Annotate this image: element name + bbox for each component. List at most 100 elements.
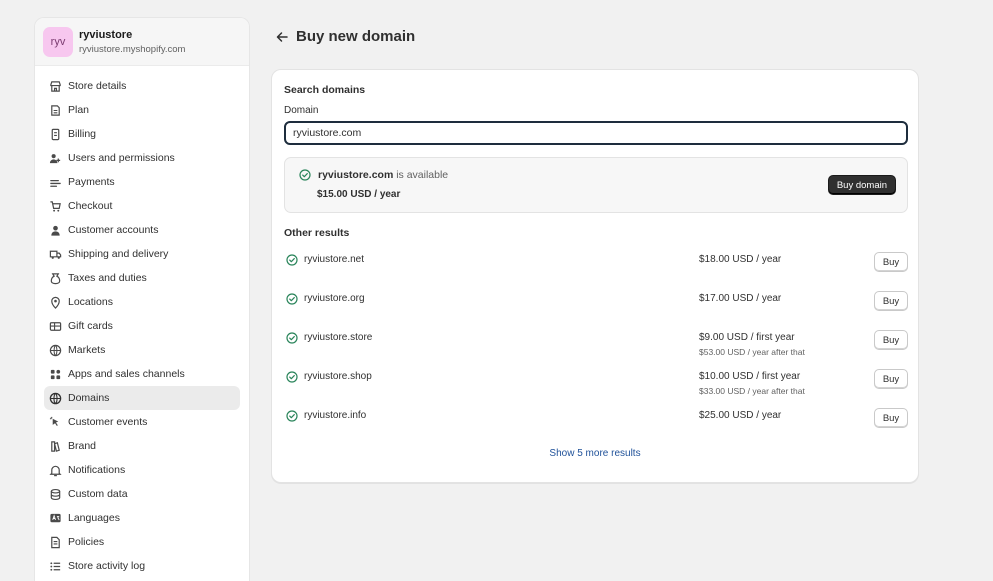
sidebar-item-plan[interactable]: Plan xyxy=(44,98,240,122)
domain-field-label: Domain xyxy=(284,105,319,116)
result-domain-name: ryviustore.shop xyxy=(304,371,372,382)
domain-result-row: ryviustore.store $9.00 USD / first year $5… xyxy=(284,330,908,360)
show-more-results-link[interactable]: Show 5 more results xyxy=(272,448,918,459)
result-domain-name: ryviustore.store xyxy=(304,332,373,343)
buy-result-button[interactable]: Buy xyxy=(874,408,908,428)
sidebar-item-store-details[interactable]: Store details xyxy=(44,74,240,98)
page-header: Buy new domain xyxy=(275,28,415,45)
buy-result-button[interactable]: Buy xyxy=(874,291,908,311)
sidebar-item-locations[interactable]: Locations xyxy=(44,290,240,314)
bell-icon xyxy=(48,463,62,477)
sidebar-item-taxes-and-duties[interactable]: Taxes and duties xyxy=(44,266,240,290)
search-domains-title: Search domains xyxy=(284,84,366,96)
domain-result-row: ryviustore.org $17.00 USD / year Buy xyxy=(284,291,908,321)
truck-icon xyxy=(48,247,62,261)
language-icon xyxy=(48,511,62,525)
plan-icon xyxy=(48,103,62,117)
sidebar-item-store-activity-log[interactable]: Store activity log xyxy=(44,554,240,578)
back-arrow-icon[interactable] xyxy=(275,30,289,44)
domain-result-row: ryviustore.net $18.00 USD / year Buy xyxy=(284,252,908,282)
sidebar-item-brand[interactable]: Brand xyxy=(44,434,240,458)
sidebar-item-shipping-and-delivery[interactable]: Shipping and delivery xyxy=(44,242,240,266)
sidebar-item-customer-accounts[interactable]: Customer accounts xyxy=(44,218,240,242)
check-circle-icon xyxy=(286,293,298,305)
sidebar-item-apps-and-sales-channels[interactable]: Apps and sales channels xyxy=(44,362,240,386)
result-domain-price: $18.00 USD / year xyxy=(699,254,782,265)
billing-icon xyxy=(48,127,62,141)
sidebar-item-label: Plan xyxy=(68,104,90,116)
available-domain-price: $15.00 USD / year xyxy=(317,189,401,200)
sidebar-item-label: Gift cards xyxy=(68,320,113,332)
sidebar-item-users-and-permissions[interactable]: Users and permissions xyxy=(44,146,240,170)
sidebar-item-label: Checkout xyxy=(68,200,113,212)
users-icon xyxy=(48,151,62,165)
settings-sidebar: ryv ryviustore ryviustore.myshopify.com … xyxy=(34,17,250,581)
sidebar-item-label: Billing xyxy=(68,128,97,140)
check-circle-icon xyxy=(286,332,298,344)
sidebar-item-policies[interactable]: Policies xyxy=(44,530,240,554)
available-domain-banner: ryviustore.com is available $15.00 USD /… xyxy=(284,157,908,213)
gift-card-icon xyxy=(48,319,62,333)
sidebar-item-label: Store activity log xyxy=(68,560,146,572)
domain-result-row: ryviustore.shop $10.00 USD / first year $3… xyxy=(284,369,908,399)
check-circle-icon xyxy=(299,169,311,181)
availability-suffix: is available xyxy=(393,169,449,181)
sidebar-item-payments[interactable]: Payments xyxy=(44,170,240,194)
sidebar-item-label: Notifications xyxy=(68,464,126,476)
buy-result-button[interactable]: Buy xyxy=(874,252,908,272)
availability-text: ryviustore.com is available xyxy=(318,169,448,181)
result-domain-name: ryviustore.net xyxy=(304,254,365,265)
result-renewal-price: $33.00 USD / year after that xyxy=(699,386,805,396)
buy-result-button[interactable]: Buy xyxy=(874,369,908,389)
sidebar-item-gift-cards[interactable]: Gift cards xyxy=(44,314,240,338)
sidebar-item-billing[interactable]: Billing xyxy=(44,122,240,146)
show-more-label[interactable]: Show 5 more results xyxy=(549,448,640,459)
domain-result-row: ryviustore.info $25.00 USD / year Buy xyxy=(284,408,908,438)
settings-nav: Store details Plan Billing Users and permis… xyxy=(35,66,249,578)
store-url: ryviustore.myshopify.com xyxy=(79,43,186,55)
result-domain-price: $10.00 USD / first year xyxy=(699,371,801,382)
sidebar-item-label: Policies xyxy=(68,536,105,548)
result-domain-name: ryviustore.org xyxy=(304,293,365,304)
page-title: Buy new domain xyxy=(296,28,416,45)
sidebar-item-customer-events[interactable]: Customer events xyxy=(44,410,240,434)
check-circle-icon xyxy=(286,254,298,266)
brand-icon xyxy=(48,439,62,453)
domain-search-input[interactable] xyxy=(284,121,908,145)
payments-icon xyxy=(48,175,62,189)
sidebar-item-label: Customer accounts xyxy=(68,224,159,236)
result-domain-price: $17.00 USD / year xyxy=(699,293,782,304)
result-domain-price: $9.00 USD / first year xyxy=(699,332,795,343)
sidebar-item-domains[interactable]: Domains xyxy=(44,386,240,410)
sidebar-item-custom-data[interactable]: Custom data xyxy=(44,482,240,506)
other-results-title: Other results xyxy=(284,227,350,239)
sidebar-item-label: Customer events xyxy=(68,416,148,428)
sidebar-item-label: Brand xyxy=(68,440,97,452)
apps-icon xyxy=(48,367,62,381)
sidebar-item-markets[interactable]: Markets xyxy=(44,338,240,362)
sidebar-item-label: Locations xyxy=(68,296,113,308)
buy-domain-button[interactable]: Buy domain xyxy=(827,175,896,195)
store-avatar: ryv xyxy=(43,26,73,57)
sidebar-item-languages[interactable]: Languages xyxy=(44,506,240,530)
result-renewal-price: $53.00 USD / year after that xyxy=(699,347,805,357)
sidebar-item-label: Shipping and delivery xyxy=(68,248,169,260)
cart-icon xyxy=(48,199,62,213)
globe-icon xyxy=(48,343,62,357)
sidebar-item-notifications[interactable]: Notifications xyxy=(44,458,240,482)
person-icon xyxy=(48,223,62,237)
sidebar-item-label: Languages xyxy=(68,512,120,524)
check-circle-icon xyxy=(286,371,298,383)
result-domain-price: $25.00 USD / year xyxy=(699,410,782,421)
check-circle-icon xyxy=(286,410,298,422)
store-header[interactable]: ryv ryviustore ryviustore.myshopify.com xyxy=(35,18,249,66)
sidebar-item-label: Apps and sales channels xyxy=(68,368,185,380)
sidebar-item-checkout[interactable]: Checkout xyxy=(44,194,240,218)
sidebar-item-label: Domains xyxy=(68,392,110,404)
data-icon xyxy=(48,487,62,501)
result-domain-name: ryviustore.info xyxy=(304,410,367,421)
policy-icon xyxy=(48,535,62,549)
buy-result-button[interactable]: Buy xyxy=(874,330,908,350)
domain-icon xyxy=(48,391,62,405)
store-name: ryviustore xyxy=(79,28,133,41)
